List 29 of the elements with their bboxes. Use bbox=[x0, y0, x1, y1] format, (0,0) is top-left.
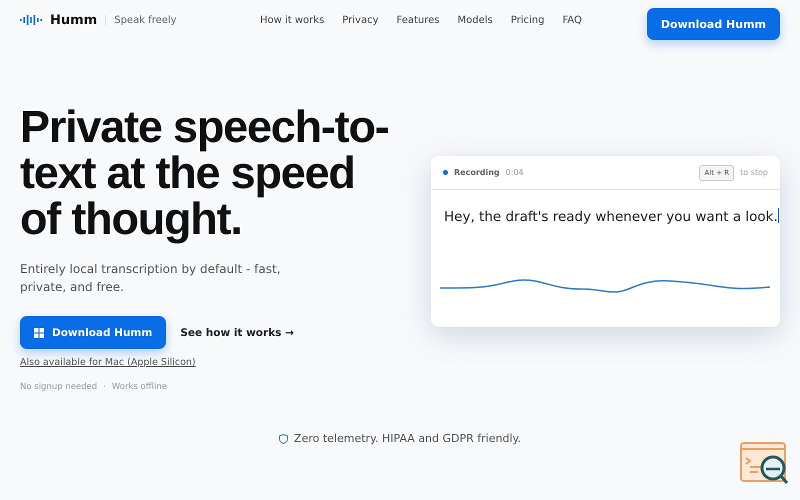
hero-title: Private speech-to- bbox=[20, 104, 389, 150]
nav-link[interactable]: Privacy bbox=[342, 14, 379, 26]
note-text: Works offline bbox=[112, 382, 167, 392]
tagline: Speak freely bbox=[105, 14, 177, 26]
shortcut-hint: to stop bbox=[740, 168, 768, 177]
nav-link[interactable]: FAQ bbox=[562, 14, 582, 26]
recording-dot-icon bbox=[443, 170, 448, 175]
hero-subtitle: Entirely local transcription by default - fast, private, and free. bbox=[20, 261, 282, 296]
note-text: No signup needed bbox=[20, 382, 98, 392]
download-button[interactable]: Download Humm bbox=[646, 8, 780, 40]
recording-status: Recording bbox=[454, 168, 500, 177]
privacy-note: Zero telemetry. HIPAA and GDPR friendly. bbox=[294, 432, 521, 445]
waveform-logo-icon bbox=[20, 14, 44, 26]
windows-logo-icon bbox=[34, 328, 44, 338]
brand-name: Humm bbox=[50, 12, 98, 28]
mac-link[interactable]: Also available for Mac (Apple Silicon) bbox=[20, 357, 196, 368]
separator-dot: · bbox=[103, 382, 106, 392]
hero-title: of thought. bbox=[20, 196, 242, 242]
shield-icon bbox=[279, 434, 288, 444]
nav-link[interactable]: How it works bbox=[260, 14, 324, 26]
see-how-link[interactable]: See how it works → bbox=[180, 326, 294, 338]
nav-link[interactable]: Features bbox=[396, 14, 440, 26]
download-button[interactable]: Download Humm bbox=[20, 316, 166, 349]
hero-title: text at the speed bbox=[20, 150, 355, 196]
recording-time: 0:04 bbox=[506, 168, 525, 177]
nav-link[interactable]: Models bbox=[458, 14, 493, 26]
text-caret-icon bbox=[778, 208, 779, 223]
nav-link[interactable]: Pricing bbox=[510, 14, 544, 26]
transcript-text: Hey, the draft's ready whenever you want a look. bbox=[444, 209, 778, 225]
